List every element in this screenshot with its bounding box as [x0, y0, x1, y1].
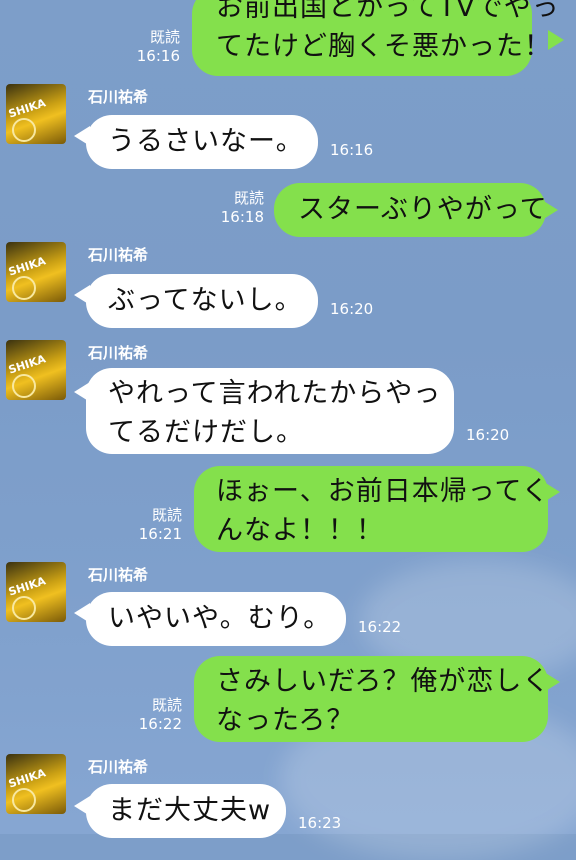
- outgoing-message-bubble[interactable]: さみしいだろ？俺が恋しく なったろ？: [194, 656, 551, 742]
- avatar-logo: SHIKA: [6, 766, 48, 791]
- message-text: まだ大丈夫w: [108, 795, 272, 826]
- avatar-logo: SHIKA: [6, 352, 48, 377]
- outgoing-message-bubble[interactable]: お前出国とかってTVでやっ てたけど胸くそ悪かった！: [192, 0, 560, 76]
- message-time: 16:20: [330, 300, 374, 318]
- read-receipt: 既読: [151, 696, 182, 714]
- sender-name: 石川祐希: [88, 246, 149, 264]
- read-receipt: 既読: [151, 506, 182, 524]
- message-time: 16:23: [298, 814, 342, 832]
- incoming-message-bubble[interactable]: まだ大丈夫w: [86, 784, 286, 838]
- incoming-message-bubble[interactable]: いやいや。むり。: [86, 592, 346, 646]
- message-text: うるさいなー。: [108, 126, 304, 157]
- message-text: なったろ？: [216, 705, 355, 736]
- avatar-logo: SHIKA: [6, 254, 48, 279]
- bubble-tail: [548, 30, 564, 50]
- message-time: 16:22: [138, 715, 182, 733]
- message-meta: 既読 16:18: [214, 189, 264, 227]
- avatar-badge-icon: [12, 118, 36, 142]
- message-text: スターぶりやがって: [298, 194, 548, 225]
- message-time: 16:16: [330, 141, 374, 159]
- message-meta: 既読 16:16: [130, 28, 180, 66]
- message-meta: 既読 16:22: [132, 696, 182, 734]
- read-receipt: 既読: [149, 28, 180, 46]
- message-text: ぶってないし。: [108, 285, 303, 316]
- avatar-logo: SHIKA: [6, 96, 48, 121]
- message-text: いやいや。むり。: [108, 603, 332, 634]
- bubble-tail: [544, 672, 560, 692]
- message-text: やれって言われたからやっ: [108, 378, 442, 409]
- contact-avatar[interactable]: SHIKA: [6, 754, 66, 814]
- message-text: てたけど胸くそ悪かった！: [216, 31, 552, 62]
- message-text: ほぉー、お前日本帰ってく: [216, 476, 550, 507]
- message-time: 16:21: [138, 525, 182, 543]
- avatar-badge-icon: [12, 276, 36, 300]
- avatar-badge-icon: [12, 788, 36, 812]
- message-time: 16:20: [466, 426, 510, 444]
- contact-avatar[interactable]: SHIKA: [6, 84, 66, 144]
- avatar-logo: SHIKA: [6, 574, 48, 599]
- incoming-message-bubble[interactable]: ぶってないし。: [86, 274, 318, 328]
- avatar-badge-icon: [12, 596, 36, 620]
- contact-avatar[interactable]: SHIKA: [6, 242, 66, 302]
- contact-avatar[interactable]: SHIKA: [6, 562, 66, 622]
- message-time: 16:16: [136, 47, 180, 65]
- avatar-badge-icon: [12, 374, 36, 398]
- contact-avatar[interactable]: SHIKA: [6, 340, 66, 400]
- bubble-tail: [542, 200, 558, 220]
- outgoing-message-bubble[interactable]: スターぶりやがって: [274, 183, 548, 237]
- message-text: さみしいだろ？俺が恋しく: [216, 666, 551, 697]
- message-meta: 既読 16:21: [132, 506, 182, 544]
- sender-name: 石川祐希: [88, 758, 149, 776]
- read-receipt: 既読: [233, 189, 264, 207]
- sender-name: 石川祐希: [88, 344, 149, 362]
- sender-name: 石川祐希: [88, 566, 149, 584]
- bubble-tail: [544, 482, 560, 502]
- outgoing-message-bubble[interactable]: ほぉー、お前日本帰ってく んなよ！！！: [194, 466, 550, 552]
- message-text: お前出国とかってTVでやっ: [216, 0, 560, 23]
- message-text: てるだけだし。: [108, 417, 304, 448]
- message-time: 16:18: [220, 208, 264, 226]
- message-text: んなよ！！！: [216, 515, 384, 546]
- sender-name: 石川祐希: [88, 88, 149, 106]
- message-time: 16:22: [358, 618, 402, 636]
- incoming-message-bubble[interactable]: やれって言われたからやっ てるだけだし。: [86, 368, 454, 454]
- incoming-message-bubble[interactable]: うるさいなー。: [86, 115, 318, 169]
